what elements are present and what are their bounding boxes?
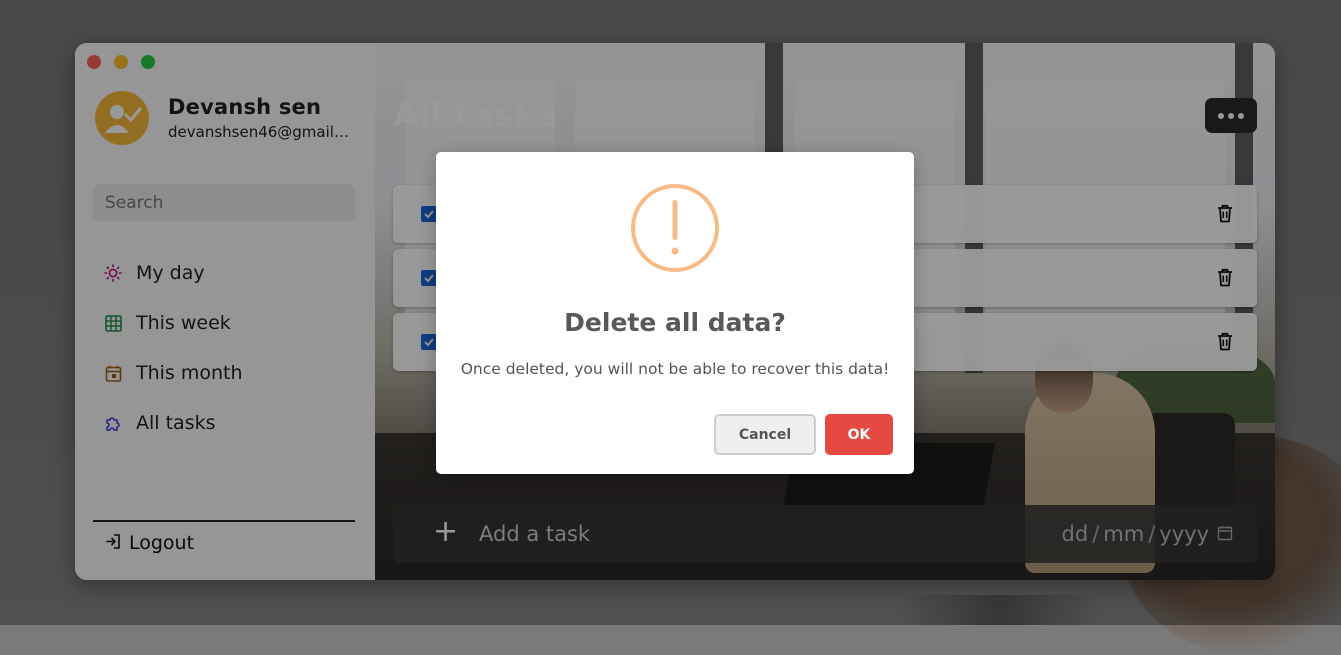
confirm-dialog: Delete all data? Once deleted, you will … — [436, 152, 914, 474]
dialog-actions: Cancel OK — [714, 414, 893, 455]
cancel-button[interactable]: Cancel — [714, 414, 816, 455]
warning-icon — [631, 184, 719, 272]
dialog-message: Once deleted, you will not be able to re… — [460, 360, 890, 378]
dialog-title: Delete all data? — [564, 308, 786, 337]
ok-button[interactable]: OK — [825, 414, 893, 455]
